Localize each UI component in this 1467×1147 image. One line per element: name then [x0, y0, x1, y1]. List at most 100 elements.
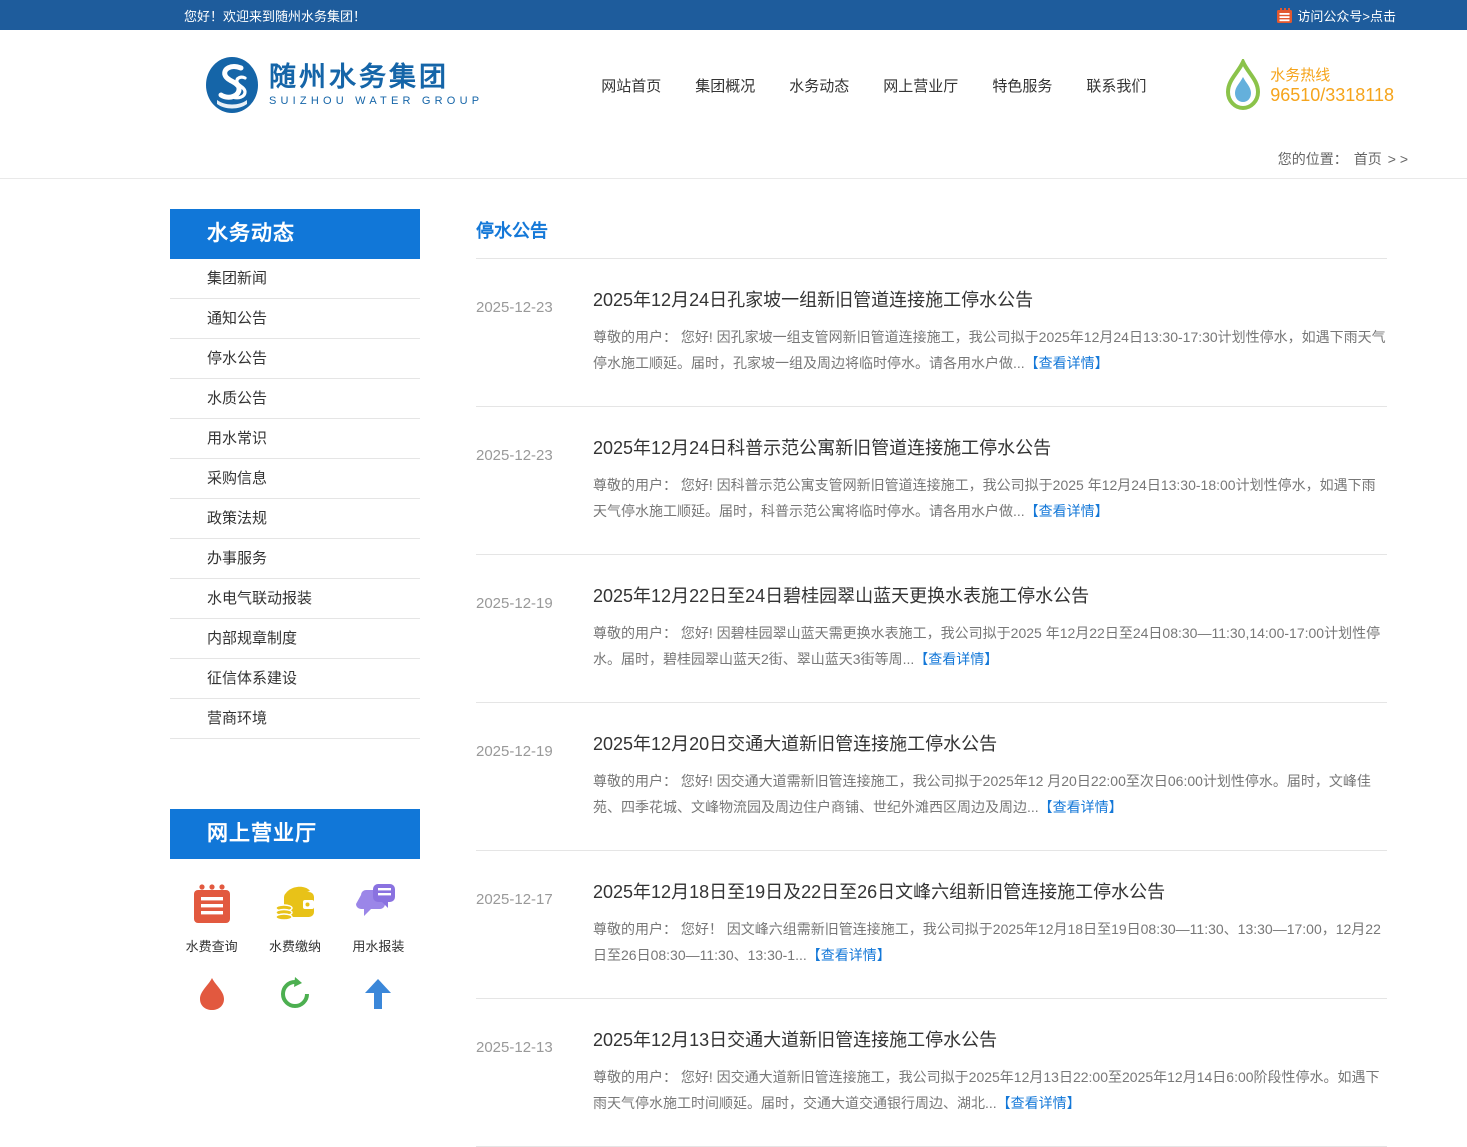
sidebar-news-block: 水务动态 集团新闻 通知公告 停水公告 水质公告 用水常识 采购信息 政策法规 …: [170, 209, 420, 739]
hall-item-label: 水费查询: [170, 936, 253, 955]
view-details-link[interactable]: 【查看详情】: [1025, 503, 1109, 519]
article-date: 2025-12-13: [476, 1026, 593, 1116]
article-title[interactable]: 2025年12月13日交通大道新旧管连接施工停水公告: [593, 1026, 1387, 1052]
breadcrumb-label: 您的位置：: [1278, 149, 1348, 169]
welcome-text: 您好！欢迎来到随州水务集团！: [170, 6, 366, 25]
logo-text-cn: 随州水务集团: [269, 63, 483, 93]
hotline: 水务热线 96510/3318118: [1224, 59, 1394, 111]
article-summary-text: 尊敬的用户： 您好! 因科普示范公寓支管网新旧管道连接施工，我公司拟于2025 …: [593, 477, 1376, 519]
view-details-link[interactable]: 【查看详情】: [807, 947, 891, 963]
sidebar-item-group-news[interactable]: 集团新闻: [170, 259, 420, 299]
article-date: 2025-12-17: [476, 878, 593, 968]
hall-item-label: 水费缴纳: [253, 936, 336, 955]
main-nav: 网站首页 集团概况 水务动态 网上营业厅 特色服务 联系我们: [601, 75, 1146, 96]
calendar-list-icon: [1276, 7, 1293, 24]
sidebar-item-internal-rules[interactable]: 内部规章制度: [170, 619, 420, 659]
article-title[interactable]: 2025年12月24日孔家坡一组新旧管道连接施工停水公告: [593, 286, 1387, 312]
hotline-number: 96510/3318118: [1270, 85, 1394, 106]
article-date: 2025-12-23: [476, 286, 593, 376]
article-row: 2025-12-17 2025年12月18日至19日及22日至26日文峰六组新旧…: [476, 851, 1387, 999]
sidebar-item-water-quality[interactable]: 水质公告: [170, 379, 420, 419]
article-row: 2025-12-23 2025年12月24日科普示范公寓新旧管道连接施工停水公告…: [476, 407, 1387, 555]
breadcrumb: 您的位置： 首页 > >: [170, 140, 1410, 178]
nav-item-home[interactable]: 网站首页: [601, 75, 661, 96]
nav-item-water-news[interactable]: 水务动态: [789, 75, 849, 96]
sidebar-item-joint-installation[interactable]: 水电气联动报装: [170, 579, 420, 619]
sidebar-item-credit-system[interactable]: 征信体系建设: [170, 659, 420, 699]
article-title[interactable]: 2025年12月22日至24日碧桂园翠山蓝天更换水表施工停水公告: [593, 582, 1387, 608]
article-row: 2025-12-19 2025年12月22日至24日碧桂园翠山蓝天更换水表施工停…: [476, 555, 1387, 703]
sidebar-item-business-environment[interactable]: 营商环境: [170, 699, 420, 739]
view-details-link[interactable]: 【查看详情】: [914, 651, 998, 667]
article-date: 2025-12-19: [476, 730, 593, 820]
article-date: 2025-12-23: [476, 434, 593, 524]
article-summary: 尊敬的用户： 您好! 因孔家坡一组支管网新旧管道连接施工，我公司拟于2025年1…: [593, 324, 1387, 376]
sidebar-item-water-outage-notices[interactable]: 停水公告: [170, 339, 420, 379]
nav-item-group-overview[interactable]: 集团概况: [695, 75, 755, 96]
view-details-link[interactable]: 【查看详情】: [997, 1095, 1081, 1111]
wechat-link-label: 访问公众号>点击: [1297, 6, 1396, 25]
sidebar-item-procurement[interactable]: 采购信息: [170, 459, 420, 499]
article-summary: 尊敬的用户： 您好！ 因文峰六组需新旧管连接施工，我公司拟于2025年12月18…: [593, 916, 1387, 968]
wechat-public-account-link[interactable]: 访问公众号>点击: [1276, 6, 1396, 25]
hall-icons-row1: 水费查询 水费缴纳: [170, 881, 420, 955]
hall-item-extra-2[interactable]: [253, 977, 336, 1011]
hotline-label: 水务热线: [1270, 64, 1394, 85]
hall-item-bill-inquiry[interactable]: 水费查询: [170, 881, 253, 955]
logo-water-mark-icon: [205, 56, 259, 114]
view-details-link[interactable]: 【查看详情】: [1025, 355, 1109, 371]
sidebar-item-notices[interactable]: 通知公告: [170, 299, 420, 339]
hall-item-extra-3[interactable]: [337, 977, 420, 1011]
nav-item-online-hall[interactable]: 网上营业厅: [883, 75, 958, 96]
article-summary: 尊敬的用户： 您好! 因科普示范公寓支管网新旧管道连接施工，我公司拟于2025 …: [593, 472, 1387, 524]
article-body: 2025年12月24日科普示范公寓新旧管道连接施工停水公告 尊敬的用户： 您好!…: [593, 434, 1387, 524]
sidebar-item-water-knowledge[interactable]: 用水常识: [170, 419, 420, 459]
article-body: 2025年12月13日交通大道新旧管连接施工停水公告 尊敬的用户： 您好! 因交…: [593, 1026, 1387, 1116]
main-content: 停水公告 2025-12-23 2025年12月24日孔家坡一组新旧管道连接施工…: [476, 209, 1387, 1147]
chat-bubbles-icon: [355, 881, 401, 927]
article-summary-text: 尊敬的用户： 您好! 因交通大道需新旧管连接施工，我公司拟于2025年12 月2…: [593, 773, 1371, 815]
nav-item-contact-us[interactable]: 联系我们: [1086, 75, 1146, 96]
article-row: 2025-12-19 2025年12月20日交通大道新旧管连接施工停水公告 尊敬…: [476, 703, 1387, 851]
sidebar-hall-title: 网上营业厅: [170, 809, 420, 859]
article-summary-text: 尊敬的用户： 您好! 因孔家坡一组支管网新旧管道连接施工，我公司拟于2025年1…: [593, 329, 1386, 371]
logo-text-en: SUIZHOU WATER GROUP: [269, 95, 483, 107]
sidebar-item-services[interactable]: 办事服务: [170, 539, 420, 579]
up-arrow-icon: [363, 977, 393, 1011]
water-drop-icon: [1224, 59, 1262, 111]
article-title[interactable]: 2025年12月24日科普示范公寓新旧管道连接施工停水公告: [593, 434, 1387, 460]
view-details-link[interactable]: 【查看详情】: [1039, 799, 1123, 815]
article-date: 2025-12-19: [476, 582, 593, 672]
sidebar-hall-block: 网上营业厅 水费查询: [170, 809, 420, 1011]
breadcrumb-row: 您的位置： 首页 > >: [0, 140, 1467, 179]
hall-item-water-installation[interactable]: 用水报装: [337, 881, 420, 955]
site-header: 随州水务集团 SUIZHOU WATER GROUP 网站首页 集团概况 水务动…: [0, 30, 1467, 140]
hall-icons-row2: [170, 977, 420, 1011]
article-body: 2025年12月22日至24日碧桂园翠山蓝天更换水表施工停水公告 尊敬的用户： …: [593, 582, 1387, 672]
article-row: 2025-12-23 2025年12月24日孔家坡一组新旧管道连接施工停水公告 …: [476, 259, 1387, 407]
article-summary-text: 尊敬的用户： 您好！ 因文峰六组需新旧管连接施工，我公司拟于2025年12月18…: [593, 921, 1381, 963]
article-body: 2025年12月20日交通大道新旧管连接施工停水公告 尊敬的用户： 您好! 因交…: [593, 730, 1387, 820]
sidebar-news-list: 集团新闻 通知公告 停水公告 水质公告 用水常识 采购信息 政策法规 办事服务 …: [170, 259, 420, 739]
breadcrumb-tail: > >: [1388, 151, 1408, 167]
nav-item-special-services[interactable]: 特色服务: [992, 75, 1052, 96]
topbar: 您好！欢迎来到随州水务集团！ 访问公众号>点击: [0, 0, 1467, 30]
refresh-circle-icon: [280, 977, 310, 1011]
article-title[interactable]: 2025年12月20日交通大道新旧管连接施工停水公告: [593, 730, 1387, 756]
article-row: 2025-12-13 2025年12月13日交通大道新旧管连接施工停水公告 尊敬…: [476, 999, 1387, 1147]
wallet-icon: [272, 881, 318, 927]
article-body: 2025年12月18日至19日及22日至26日文峰六组新旧管连接施工停水公告 尊…: [593, 878, 1387, 968]
sidebar-item-policies[interactable]: 政策法规: [170, 499, 420, 539]
hall-item-extra-1[interactable]: [170, 977, 253, 1011]
hall-item-bill-payment[interactable]: 水费缴纳: [253, 881, 336, 955]
article-title[interactable]: 2025年12月18日至19日及22日至26日文峰六组新旧管连接施工停水公告: [593, 878, 1387, 904]
red-drop-icon: [197, 977, 227, 1011]
article-summary: 尊敬的用户： 您好! 因交通大道需新旧管连接施工，我公司拟于2025年12 月2…: [593, 768, 1387, 820]
article-body: 2025年12月24日孔家坡一组新旧管道连接施工停水公告 尊敬的用户： 您好! …: [593, 286, 1387, 376]
sidebar: 水务动态 集团新闻 通知公告 停水公告 水质公告 用水常识 采购信息 政策法规 …: [170, 209, 420, 1147]
article-summary-text: 尊敬的用户： 您好! 因交通大道新旧管连接施工，我公司拟于2025年12月13日…: [593, 1069, 1380, 1111]
sidebar-news-title: 水务动态: [170, 209, 420, 259]
site-logo[interactable]: 随州水务集团 SUIZHOU WATER GROUP: [205, 56, 483, 114]
article-summary: 尊敬的用户： 您好! 因交通大道新旧管连接施工，我公司拟于2025年12月13日…: [593, 1064, 1387, 1116]
breadcrumb-home-link[interactable]: 首页: [1354, 149, 1382, 169]
